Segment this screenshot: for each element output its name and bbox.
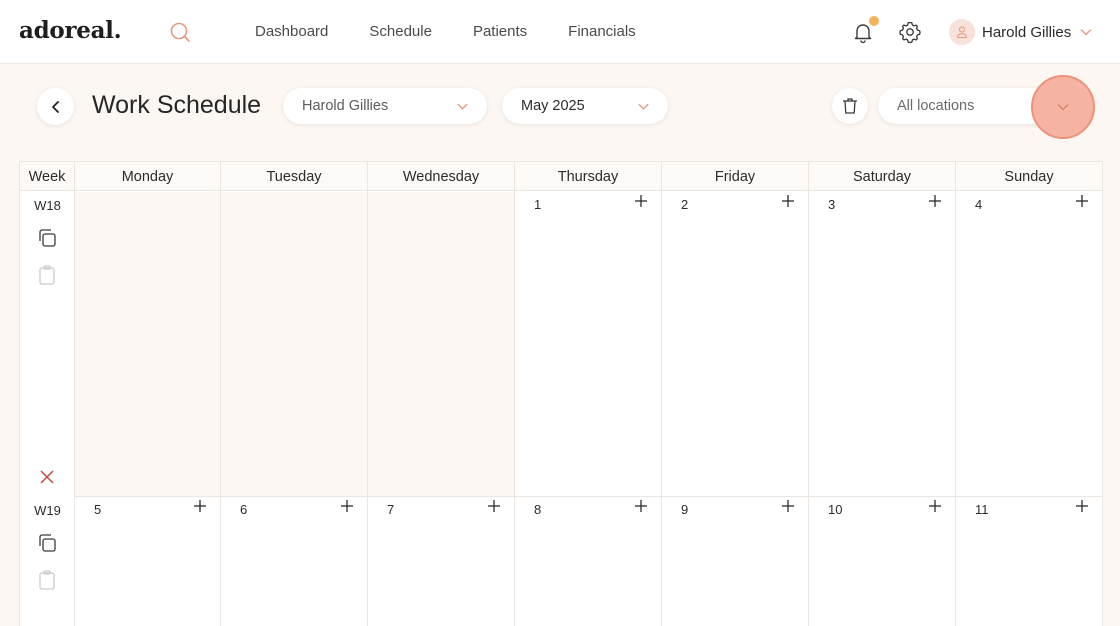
day-number: 11: [975, 502, 989, 517]
provider-select-value: Harold Gillies: [302, 98, 389, 114]
plus-icon[interactable]: [633, 193, 649, 209]
plus-icon[interactable]: [780, 498, 796, 514]
trash-icon: [843, 98, 857, 114]
notification-badge: [869, 16, 879, 26]
provider-select[interactable]: Harold Gillies: [283, 88, 487, 124]
copy-icon[interactable]: [35, 531, 59, 555]
day-number: 3: [828, 197, 836, 212]
app-logo[interactable]: adoreal.: [19, 17, 122, 44]
page-title: Work Schedule: [92, 91, 262, 119]
plus-icon[interactable]: [1074, 498, 1090, 514]
day-number: 1: [534, 197, 542, 212]
day-cell[interactable]: 3: [809, 192, 956, 497]
plus-icon[interactable]: [486, 498, 502, 514]
top-navigation-bar: adoreal. Dashboard Schedule Patients Fin…: [0, 0, 1120, 64]
day-number: 6: [240, 502, 248, 517]
chevron-left-icon: [51, 100, 59, 113]
chevron-down-icon: [1080, 29, 1092, 36]
day-header-monday: Monday: [75, 162, 221, 192]
day-cell[interactable]: 10: [809, 497, 956, 626]
day-header-wednesday: Wednesday: [368, 162, 515, 192]
user-icon: [956, 26, 968, 39]
copy-icon[interactable]: [35, 226, 59, 250]
day-number: 9: [681, 502, 689, 517]
close-icon[interactable]: [35, 465, 59, 489]
day-cell-empty: [221, 192, 368, 497]
day-cell[interactable]: 1: [515, 192, 662, 497]
week-column-header: Week: [20, 162, 75, 192]
schedule-calendar: Week Monday Tuesday Wednesday Thursday F…: [19, 161, 1103, 626]
nav-financials[interactable]: Financials: [568, 23, 636, 40]
day-cell[interactable]: 8: [515, 497, 662, 626]
week-label: W18: [34, 198, 61, 213]
chevron-down-icon: [638, 103, 649, 110]
user-menu[interactable]: Harold Gillies: [949, 19, 1093, 45]
month-select[interactable]: May 2025: [502, 88, 668, 124]
week-row-w18: W18: [20, 192, 75, 497]
day-cell[interactable]: 2: [662, 192, 809, 497]
plus-icon[interactable]: [927, 193, 943, 209]
plus-icon[interactable]: [633, 498, 649, 514]
day-number: 5: [94, 502, 102, 517]
paste-icon[interactable]: [35, 263, 59, 287]
day-header-sunday: Sunday: [956, 162, 1103, 192]
day-cell[interactable]: 5: [75, 497, 221, 626]
day-header-tuesday: Tuesday: [221, 162, 368, 192]
day-number: 2: [681, 197, 689, 212]
day-header-friday: Friday: [662, 162, 809, 192]
day-number: 8: [534, 502, 542, 517]
day-cell[interactable]: 9: [662, 497, 809, 626]
plus-icon[interactable]: [192, 498, 208, 514]
month-select-value: May 2025: [521, 98, 585, 114]
calendar-header-row: Week Monday Tuesday Wednesday Thursday F…: [20, 161, 1103, 192]
plus-icon[interactable]: [927, 498, 943, 514]
day-cell-empty: [368, 192, 515, 497]
chevron-down-icon: [1057, 103, 1069, 111]
nav-patients[interactable]: Patients: [473, 23, 527, 40]
day-cell[interactable]: 7: [368, 497, 515, 626]
day-cell-empty: [75, 192, 221, 497]
week-label: W19: [34, 503, 61, 518]
plus-icon[interactable]: [1074, 193, 1090, 209]
day-cell[interactable]: 11: [956, 497, 1103, 626]
paste-icon[interactable]: [35, 568, 59, 592]
main-nav: Dashboard Schedule Patients Financials: [255, 23, 636, 40]
day-number: 10: [828, 502, 843, 517]
location-dropdown-toggle[interactable]: [1031, 75, 1095, 139]
delete-schedule-button[interactable]: [832, 88, 868, 124]
avatar: [949, 19, 975, 45]
gear-icon[interactable]: [898, 20, 922, 44]
search-icon[interactable]: [168, 20, 192, 44]
plus-icon[interactable]: [339, 498, 355, 514]
day-number: 4: [975, 197, 983, 212]
nav-dashboard[interactable]: Dashboard: [255, 23, 328, 40]
back-button[interactable]: [37, 88, 74, 125]
plus-icon[interactable]: [780, 193, 796, 209]
day-number: 7: [387, 502, 395, 517]
week-row-w19: W19: [20, 497, 75, 626]
day-cell[interactable]: 4: [956, 192, 1103, 497]
day-header-saturday: Saturday: [809, 162, 956, 192]
day-header-thursday: Thursday: [515, 162, 662, 192]
user-name: Harold Gillies: [982, 23, 1072, 41]
day-cell[interactable]: 6: [221, 497, 368, 626]
nav-schedule[interactable]: Schedule: [369, 23, 432, 40]
location-select-value: All locations: [897, 98, 975, 114]
chevron-down-icon: [457, 103, 468, 110]
